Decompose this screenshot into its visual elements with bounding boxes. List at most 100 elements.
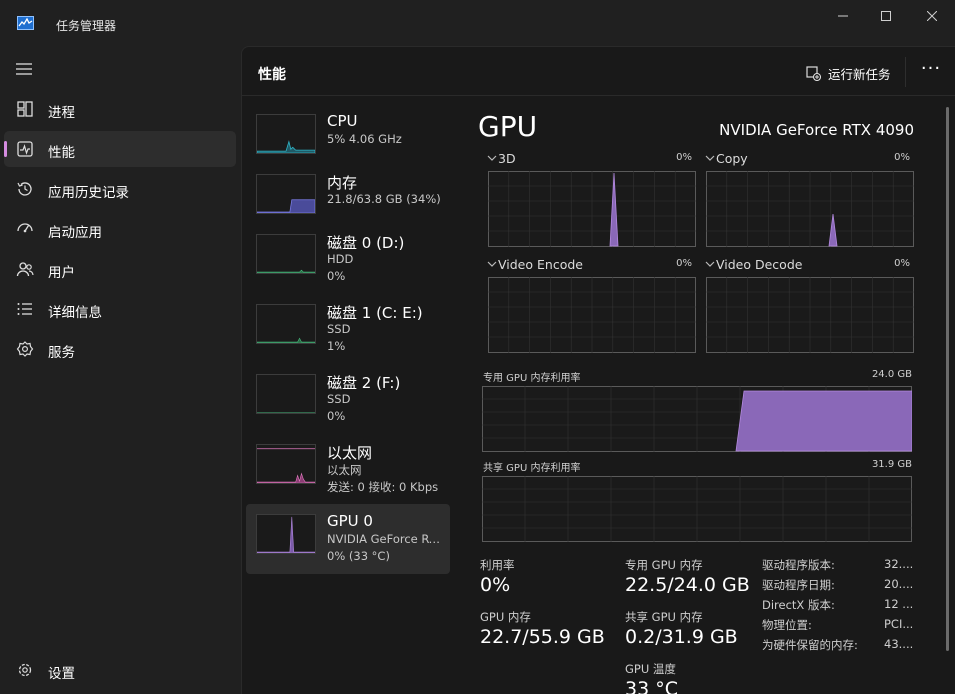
nav-item-performance[interactable]: 性能 [4, 131, 236, 167]
device-title: 以太网 [327, 444, 373, 462]
hardware-reserved-memory-label: 为硬件保留的内存: [762, 638, 858, 652]
gpu-model-name: NVIDIA GeForce RTX 4090 [719, 121, 914, 139]
gpu-memory-label: GPU 内存 [480, 610, 531, 624]
task-manager-app-icon [17, 16, 34, 30]
device-disk-1[interactable]: 磁盘 1 (C: E:) SSD 1% [246, 294, 450, 364]
task-manager-window: 任务管理器 进程 性能 应用历史记录 启动应用 用户 详细信息 服务 设置 性能… [0, 0, 955, 694]
close-button[interactable] [909, 4, 955, 28]
nav-item-label: 应用历史记录 [48, 185, 129, 201]
chevron-down-icon[interactable] [705, 259, 715, 269]
device-title: 内存 [327, 174, 358, 192]
performance-content: 性能 运行新任务 ··· CPU 5% 4.06 GHz 内存 21.8/63.… [241, 46, 955, 694]
device-title: 磁盘 1 (C: E:) [327, 304, 423, 322]
nav-item-settings[interactable]: 设置 [4, 652, 236, 688]
page-title: 性能 [258, 67, 286, 83]
device-title: CPU [327, 112, 358, 130]
directx-version-label: DirectX 版本: [762, 598, 835, 612]
engine-video-decode-graph [706, 277, 914, 353]
dedicated-memory-label: 专用 GPU 内存利用率 [483, 373, 581, 384]
driver-date-value: 20.... [884, 577, 914, 591]
device-subtitle: SSD [327, 392, 351, 406]
directx-version-value: 12 ... [884, 597, 914, 611]
dedicated-memory-max: 24.0 GB [871, 369, 912, 380]
startup-apps-icon [17, 223, 33, 233]
side-navigation: 进程 性能 应用历史记录 启动应用 用户 详细信息 服务 设置 [0, 46, 241, 694]
details-icon [17, 303, 32, 315]
header-divider [242, 95, 955, 96]
more-options-button[interactable]: ··· [918, 59, 944, 83]
title-bar[interactable]: 任务管理器 [0, 0, 955, 46]
utilization-label: 利用率 [480, 558, 515, 572]
performance-icon [17, 141, 33, 157]
nav-item-details[interactable]: 详细信息 [4, 291, 236, 327]
hamburger-menu-icon[interactable] [15, 62, 33, 76]
device-detail: 1% [327, 339, 346, 353]
driver-date-label: 驱动程序日期: [762, 578, 835, 592]
engine-video-encode: Video Encode 0% [484, 257, 696, 367]
app-title: 任务管理器 [56, 19, 117, 33]
engine-video-encode-graph [488, 277, 696, 353]
engine-value: 0% [894, 258, 910, 269]
nav-item-label: 用户 [48, 265, 75, 281]
nav-item-app-history[interactable]: 应用历史记录 [4, 171, 236, 207]
device-subtitle: NVIDIA GeForce RTX 4090 [327, 532, 447, 546]
device-ethernet[interactable]: 以太网 以太网 发送: 0 接收: 0 Kbps [246, 434, 450, 504]
device-disk-0[interactable]: 磁盘 0 (D:) HDD 0% [246, 224, 450, 294]
maximize-button[interactable] [863, 4, 909, 28]
device-subtitle: 21.8/63.8 GB (34%) [327, 192, 441, 206]
nav-item-processes[interactable]: 进程 [4, 91, 236, 127]
minimize-button[interactable] [820, 4, 866, 28]
engine-value: 0% [676, 258, 692, 269]
disk-1-thumbnail-graph [256, 304, 316, 344]
engine-value: 0% [894, 152, 910, 163]
gpu-memory-value: 22.7/55.9 GB [480, 626, 605, 648]
nav-item-services[interactable]: 服务 [4, 331, 236, 367]
memory-thumbnail-graph [256, 174, 316, 214]
engine-name[interactable]: 3D [498, 151, 516, 166]
vertical-scrollbar[interactable] [946, 107, 949, 651]
device-detail: 0% [327, 269, 346, 283]
shared-gpu-memory-value: 0.2/31.9 GB [625, 626, 738, 648]
run-task-label: 运行新任务 [828, 66, 891, 82]
device-detail: 0% [327, 409, 346, 423]
header-separator [905, 57, 906, 87]
run-task-icon [806, 65, 821, 81]
dedicated-gpu-memory-value: 22.5/24.0 GB [625, 574, 750, 596]
device-detail: 0% (33 °C) [327, 549, 390, 563]
nav-item-label: 设置 [48, 666, 75, 682]
engine-name[interactable]: Video Encode [498, 257, 583, 272]
device-disk-2[interactable]: 磁盘 2 (F:) SSD 0% [246, 364, 450, 434]
engine-name[interactable]: Video Decode [716, 257, 802, 272]
physical-location-value: PCI... [884, 617, 914, 631]
nav-item-startup-apps[interactable]: 启动应用 [4, 211, 236, 247]
device-subtitle: SSD [327, 322, 351, 336]
close-icon [927, 11, 937, 21]
nav-item-label: 详细信息 [48, 305, 102, 321]
disk-2-thumbnail-graph [256, 374, 316, 414]
device-detail: 发送: 0 接收: 0 Kbps [327, 480, 439, 494]
device-subtitle: 以太网 [327, 463, 362, 477]
engine-copy: Copy 0% [702, 151, 914, 261]
chevron-down-icon[interactable] [487, 259, 497, 269]
device-subtitle: HDD [327, 252, 354, 266]
device-title: 磁盘 2 (F:) [327, 374, 401, 392]
shared-memory-graph [482, 476, 912, 542]
run-new-task-button[interactable]: 运行新任务 [806, 61, 891, 85]
engine-3d: 3D 0% [484, 151, 696, 261]
nav-item-label: 服务 [48, 345, 75, 361]
driver-version-value: 32.... [884, 557, 914, 571]
gpu-temperature-value: 33 °C [625, 678, 678, 694]
engine-name[interactable]: Copy [716, 151, 748, 166]
device-gpu-0[interactable]: GPU 0 NVIDIA GeForce RTX 4090 0% (33 °C) [246, 504, 450, 574]
chevron-down-icon[interactable] [705, 153, 715, 163]
nav-item-label: 启动应用 [48, 225, 102, 241]
nav-item-label: 进程 [48, 105, 75, 121]
nav-item-users[interactable]: 用户 [4, 251, 236, 287]
device-subtitle: 5% 4.06 GHz [327, 132, 402, 146]
hardware-reserved-memory-value: 43.... [884, 637, 914, 651]
chevron-down-icon[interactable] [487, 153, 497, 163]
dedicated-memory-graph [482, 386, 912, 452]
dedicated-gpu-memory-label: 专用 GPU 内存 [625, 558, 703, 572]
processes-icon [17, 101, 33, 117]
physical-location-label: 物理位置: [762, 618, 812, 632]
